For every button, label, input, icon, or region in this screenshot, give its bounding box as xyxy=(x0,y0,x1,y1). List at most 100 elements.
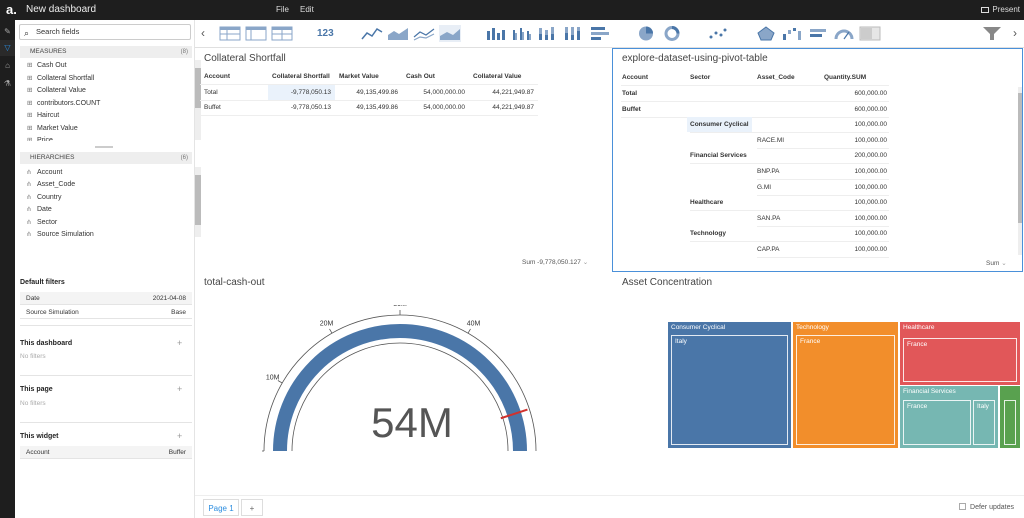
pivot-row-value[interactable]: 100,000.00 xyxy=(824,117,887,132)
cell[interactable]: 49,135,499.86 xyxy=(335,100,402,116)
pivot-row-value[interactable]: 200,000.00 xyxy=(824,148,887,163)
pivot-widget-title[interactable]: explore-dataset-using-pivot-table xyxy=(622,53,768,64)
resize-handle[interactable] xyxy=(95,146,113,148)
stacked-area-icon[interactable] xyxy=(439,25,461,42)
pivot-row-value[interactable]: 100,000.00 xyxy=(824,226,887,241)
pivot-header-account[interactable]: Account xyxy=(622,70,648,85)
pivot-widget[interactable]: explore-dataset-using-pivot-table Accoun… xyxy=(612,48,1023,272)
menu-file[interactable]: File xyxy=(276,5,289,14)
pivot-row-value[interactable]: 100,000.00 xyxy=(824,211,887,226)
pivot-footer-sum[interactable]: Sum ⌄ xyxy=(986,259,1007,267)
widgets-icon[interactable]: ⌂ xyxy=(0,58,15,74)
header-cash-out[interactable]: Cash Out xyxy=(402,69,469,85)
pivot-row-label[interactable]: Financial Services xyxy=(690,148,747,163)
add-page-filter-button[interactable]: + xyxy=(177,384,182,394)
chevron-left-icon[interactable]: ‹ xyxy=(201,25,211,42)
gauge-widget-title[interactable]: total-cash-out xyxy=(204,277,265,288)
present-button[interactable]: Present xyxy=(981,5,1020,14)
pivot-row-label[interactable]: Buffet xyxy=(622,102,641,117)
treemap-sector[interactable]: Consumer Cyclical Italy xyxy=(668,322,791,448)
pie-chart-icon[interactable] xyxy=(635,25,657,42)
hierarchy-item[interactable]: ⫛ Asset_Code xyxy=(27,179,75,191)
hierarchy-item[interactable]: ⫛ Sector xyxy=(27,217,57,229)
pivot-row-label[interactable]: RACE.MI xyxy=(757,133,784,148)
defer-updates-toggle[interactable]: Defer updates xyxy=(959,503,1014,511)
pivot-header-quantity[interactable]: Quantity.SUM xyxy=(824,70,866,85)
measures-header[interactable]: MEASURES (8) xyxy=(20,46,192,58)
percent-column-icon[interactable] xyxy=(563,25,585,42)
area-chart-icon[interactable] xyxy=(387,25,409,42)
checkbox[interactable] xyxy=(959,503,967,510)
measure-item[interactable]: ⊞ Collateral Value xyxy=(27,85,86,97)
pivot-row-value[interactable]: 100,000.00 xyxy=(824,133,887,148)
treemap-cell[interactable]: France xyxy=(903,400,971,445)
dashboard-title[interactable]: New dashboard xyxy=(26,4,96,15)
collateral-widget-title[interactable]: Collateral Shortfall xyxy=(204,53,286,64)
pivot-row-value[interactable]: 100,000.00 xyxy=(824,242,887,257)
cell[interactable]: 44,221,949.87 xyxy=(469,84,538,101)
pivot-row-label[interactable]: BNP.PA xyxy=(757,164,780,179)
treemap-widget-title[interactable]: Asset Concentration xyxy=(622,277,712,288)
cell[interactable]: Total xyxy=(200,84,268,101)
measure-item[interactable]: ⊞ contributors.COUNT xyxy=(27,98,100,110)
chevron-right-icon[interactable]: › xyxy=(1013,25,1023,42)
scatter-plot-icon[interactable] xyxy=(707,25,729,42)
cell[interactable]: 54,000,000.00 xyxy=(402,100,469,116)
default-filter-date[interactable]: Date 2021-04-08 xyxy=(20,292,192,305)
cell[interactable]: 54,000,000.00 xyxy=(402,84,469,101)
header-collateral-value[interactable]: Collateral Value xyxy=(469,69,538,85)
waterfall-chart-icon[interactable] xyxy=(781,25,803,42)
hierarchy-item[interactable]: ⫛ Account xyxy=(27,167,62,179)
pivot-row-label[interactable]: Technology xyxy=(690,226,726,241)
pivot-row-label[interactable]: Consumer Cyclical xyxy=(687,117,752,133)
pencil-icon[interactable]: ✎ xyxy=(0,24,15,40)
hierarchy-item[interactable]: ⫛ Date xyxy=(27,204,52,216)
pivot-row-value[interactable]: 100,000.00 xyxy=(824,195,887,210)
widget-filter-account[interactable]: Account Buffer xyxy=(20,446,192,459)
treemap-cell[interactable]: France xyxy=(796,335,895,445)
stacked-column-icon[interactable] xyxy=(537,25,559,42)
kpi-widget-icon[interactable]: 123 xyxy=(317,25,339,42)
table-widget-icon[interactable] xyxy=(219,25,241,42)
cell[interactable]: -9,778,050.13 xyxy=(268,84,335,101)
add-widget-filter-button[interactable]: + xyxy=(177,431,182,441)
pivot-header-sector[interactable]: Sector xyxy=(690,70,710,85)
treemap-sector[interactable]: Technology France xyxy=(793,322,898,448)
header-account[interactable]: Account xyxy=(200,69,268,85)
table-row[interactable]: Buffet -9,778,050.13 49,135,499.86 54,00… xyxy=(200,100,538,116)
treemap-widget-icon[interactable] xyxy=(859,25,881,42)
default-filter-source[interactable]: Source Simulation Base xyxy=(20,306,192,319)
add-dashboard-filter-button[interactable]: + xyxy=(177,338,182,348)
pivot-row-value[interactable]: 600,000.00 xyxy=(824,86,887,101)
hierarchy-item[interactable]: ⫛ Country xyxy=(27,192,62,204)
tab-page-1[interactable]: Page 1 xyxy=(203,499,239,516)
measure-item[interactable]: ⊞ Haircut xyxy=(27,110,59,122)
header-collateral-shortfall[interactable]: Collateral Shortfall xyxy=(268,69,335,85)
measure-item[interactable]: ⊞ Price xyxy=(27,135,53,141)
pivot-row-value[interactable]: 600,000.00 xyxy=(824,102,887,117)
add-page-button[interactable]: + xyxy=(241,499,263,516)
cell[interactable]: 44,221,949.87 xyxy=(469,100,538,116)
app-logo[interactable]: a. xyxy=(6,3,20,17)
cell[interactable]: -9,778,050.13 xyxy=(268,100,335,116)
treemap-sector[interactable]: Healthcare France xyxy=(900,322,1020,385)
header-market-value[interactable]: Market Value xyxy=(335,69,402,85)
pivot-row-label[interactable]: CAP.PA xyxy=(757,242,780,257)
menu-edit[interactable]: Edit xyxy=(300,5,314,14)
column-chart-icon[interactable] xyxy=(485,25,507,42)
collateral-footer-sum[interactable]: Sum -9,778,050.127 ⌄ xyxy=(522,258,588,266)
measure-item[interactable]: ⊞ Market Value xyxy=(27,123,78,135)
treemap-sector[interactable]: Financial Services France Italy xyxy=(900,386,998,448)
pivot-row-value[interactable]: 100,000.00 xyxy=(824,180,887,195)
treemap-cell[interactable]: Italy xyxy=(671,335,788,445)
treemap-sector[interactable] xyxy=(1000,386,1020,448)
line-chart-icon[interactable] xyxy=(361,25,383,42)
pivot-row-label[interactable]: Healthcare xyxy=(690,195,723,210)
multi-line-chart-icon[interactable] xyxy=(413,25,435,42)
cell[interactable]: 49,135,499.86 xyxy=(335,84,402,101)
pivot-widget-icon[interactable] xyxy=(245,25,267,42)
pivot-header-asset-code[interactable]: Asset_Code xyxy=(757,70,795,85)
pivot-scrollbar[interactable] xyxy=(1018,87,1022,255)
funnel-icon[interactable] xyxy=(981,25,1003,42)
hierarchies-scrollbar[interactable] xyxy=(195,167,201,237)
